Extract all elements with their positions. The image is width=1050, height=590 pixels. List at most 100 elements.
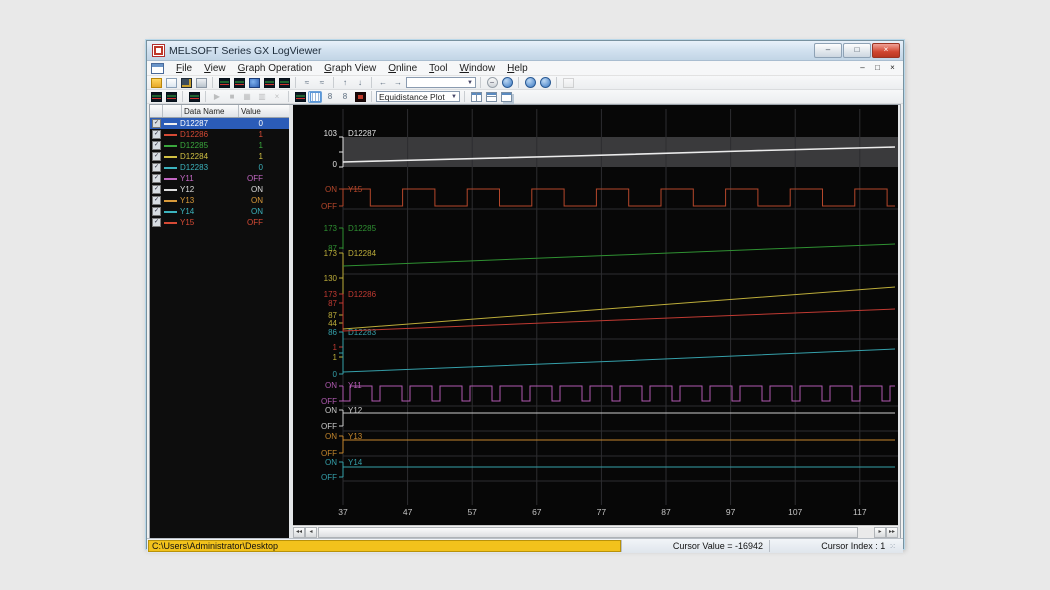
resize-grip[interactable]: ⁙ bbox=[889, 542, 897, 551]
search-prev-button[interactable]: ← bbox=[376, 77, 390, 89]
mdi-close-button[interactable]: × bbox=[886, 63, 899, 74]
chevron-down-icon[interactable]: ▼ bbox=[467, 80, 473, 86]
close-button[interactable]: × bbox=[872, 43, 900, 58]
cursor-display-button[interactable] bbox=[353, 91, 367, 103]
log-marker-button[interactable] bbox=[187, 91, 201, 103]
visibility-checkbox[interactable]: ✓ bbox=[152, 185, 161, 194]
scroll-first-button[interactable]: ◂◂ bbox=[293, 527, 305, 538]
realtime-trend-button[interactable] bbox=[232, 77, 246, 89]
mdi-child-icon[interactable] bbox=[151, 63, 164, 74]
line-color-swatch bbox=[164, 211, 177, 213]
search-next-button[interactable]: → bbox=[391, 77, 405, 89]
legend-row-d12284[interactable]: ✓D122841 bbox=[150, 151, 289, 162]
channel-label: Y12 bbox=[348, 406, 363, 415]
jump-to-start-button[interactable]: ↑ bbox=[338, 77, 352, 89]
legend-row-y14[interactable]: ✓Y14ON bbox=[150, 206, 289, 217]
title-bar[interactable]: MELSOFT Series GX LogViewer – □ × bbox=[147, 41, 903, 61]
maximize-button[interactable]: □ bbox=[843, 43, 871, 58]
search-box-combobox[interactable]: ▼ bbox=[406, 77, 476, 88]
toolbar-separator bbox=[333, 77, 334, 88]
graph-properties-button[interactable] bbox=[293, 91, 307, 103]
cascade-windows-button[interactable] bbox=[499, 91, 513, 103]
graph-overlay-button[interactable] bbox=[277, 77, 291, 89]
cursor-move-right-button[interactable]: ≈ bbox=[315, 77, 329, 89]
visibility-checkbox[interactable]: ✓ bbox=[152, 141, 161, 150]
line-color-swatch bbox=[164, 134, 177, 136]
zoom-fit-button[interactable] bbox=[500, 77, 514, 89]
log-marker-icon bbox=[189, 92, 200, 102]
tile-horizontally-button[interactable] bbox=[484, 91, 498, 103]
legend-row-d12285[interactable]: ✓D122851 bbox=[150, 140, 289, 151]
legend-pane-toggle-button[interactable] bbox=[308, 91, 322, 103]
menu-window[interactable]: Window bbox=[454, 62, 502, 75]
visibility-checkbox[interactable]: ✓ bbox=[152, 119, 161, 128]
vertical-scale-button[interactable]: 8 bbox=[323, 91, 337, 103]
zoom-in-horizontal-button[interactable] bbox=[523, 77, 537, 89]
print-button[interactable] bbox=[194, 77, 208, 89]
chevron-down-icon[interactable]: ▼ bbox=[451, 94, 457, 100]
tile-vertically-button[interactable] bbox=[469, 91, 483, 103]
graph-canvas[interactable]: 374757677787971071171030ONOFF17387173130… bbox=[293, 105, 898, 525]
visibility-checkbox[interactable]: ✓ bbox=[152, 130, 161, 139]
menu-tool[interactable]: Tool bbox=[423, 62, 453, 75]
csv-export-button[interactable] bbox=[149, 91, 163, 103]
horizontal-scale-button[interactable]: 8 bbox=[338, 91, 352, 103]
file-information-button[interactable] bbox=[179, 77, 193, 89]
legend-row-y15[interactable]: ✓Y15OFF bbox=[150, 217, 289, 228]
graph-horizontal-scrollbar[interactable]: ◂◂ ◂ ▸ ▸▸ bbox=[293, 525, 898, 538]
plot-mode-select-combobox[interactable]: Equidistance Plot▼ bbox=[376, 91, 460, 102]
zoom-out-button[interactable]: − bbox=[485, 77, 499, 89]
legend-header-data-name[interactable]: Data Name bbox=[182, 105, 239, 117]
visibility-checkbox[interactable]: ✓ bbox=[152, 218, 161, 227]
menu-help[interactable]: Help bbox=[501, 62, 534, 75]
mdi-minimize-button[interactable]: – bbox=[856, 63, 869, 74]
legend-row-d12287[interactable]: ✓D122870 bbox=[150, 118, 289, 129]
visibility-checkbox[interactable]: ✓ bbox=[152, 174, 161, 183]
legend-row-d12283[interactable]: ✓D122830 bbox=[150, 162, 289, 173]
print-icon bbox=[196, 78, 207, 88]
graph-display-button[interactable] bbox=[262, 77, 276, 89]
visibility-checkbox[interactable]: ✓ bbox=[152, 207, 161, 216]
legend-row-d12286[interactable]: ✓D122861 bbox=[150, 129, 289, 140]
menu-graph-view[interactable]: Graph View bbox=[318, 62, 382, 75]
legend-row-y12[interactable]: ✓Y12ON bbox=[150, 184, 289, 195]
channel-name: Y11 bbox=[180, 174, 231, 183]
zoom-in-vertical-button[interactable] bbox=[538, 77, 552, 89]
visibility-checkbox[interactable]: ✓ bbox=[152, 152, 161, 161]
graph-area[interactable]: 374757677787971071171030ONOFF17387173130… bbox=[293, 105, 898, 525]
legend-row-y11[interactable]: ✓Y11OFF bbox=[150, 173, 289, 184]
visibility-checkbox[interactable]: ✓ bbox=[152, 196, 161, 205]
toolbar-separator bbox=[464, 91, 465, 102]
channel-name: Y13 bbox=[180, 196, 231, 205]
minimize-button[interactable]: – bbox=[814, 43, 842, 58]
axis-value-label: 87 bbox=[328, 299, 337, 308]
scroll-last-button[interactable]: ▸▸ bbox=[886, 527, 898, 538]
cursor-move-left-button[interactable]: ≈ bbox=[300, 77, 314, 89]
online-monitor-button[interactable] bbox=[247, 77, 261, 89]
mdi-restore-button[interactable]: □ bbox=[871, 63, 884, 74]
channel-value: 1 bbox=[231, 130, 289, 139]
historical-trend-button[interactable] bbox=[217, 77, 231, 89]
zoom-in-horizontal-icon bbox=[525, 77, 536, 88]
visibility-checkbox[interactable]: ✓ bbox=[152, 163, 161, 172]
scroll-right-button[interactable]: ▸ bbox=[874, 527, 886, 538]
menu-online[interactable]: Online bbox=[382, 62, 423, 75]
scroll-left-button[interactable]: ◂ bbox=[305, 527, 317, 538]
open-file-button[interactable] bbox=[149, 77, 163, 89]
scrollbar-track[interactable] bbox=[317, 527, 874, 538]
menu-file[interactable]: File bbox=[170, 62, 198, 75]
legend-row-y13[interactable]: ✓Y13ON bbox=[150, 195, 289, 206]
pause-step-button: ▥ bbox=[255, 91, 269, 103]
app-window: MELSOFT Series GX LogViewer – □ × FileVi… bbox=[146, 40, 904, 549]
status-bar: C:\Users\Administrator\Desktop Cursor Va… bbox=[147, 538, 903, 553]
menu-graph-operation[interactable]: Graph Operation bbox=[232, 62, 319, 75]
line-color-swatch bbox=[164, 145, 177, 147]
legend-header-value[interactable]: Value bbox=[239, 105, 289, 117]
menu-view[interactable]: View bbox=[198, 62, 232, 75]
file-information-icon bbox=[181, 78, 192, 88]
log-transfer-button[interactable] bbox=[164, 91, 178, 103]
jump-to-end-button[interactable]: ↓ bbox=[353, 77, 367, 89]
axis-value-label: 173 bbox=[324, 224, 338, 233]
open-log-file-button[interactable] bbox=[164, 77, 178, 89]
scrollbar-thumb[interactable] bbox=[318, 527, 858, 538]
